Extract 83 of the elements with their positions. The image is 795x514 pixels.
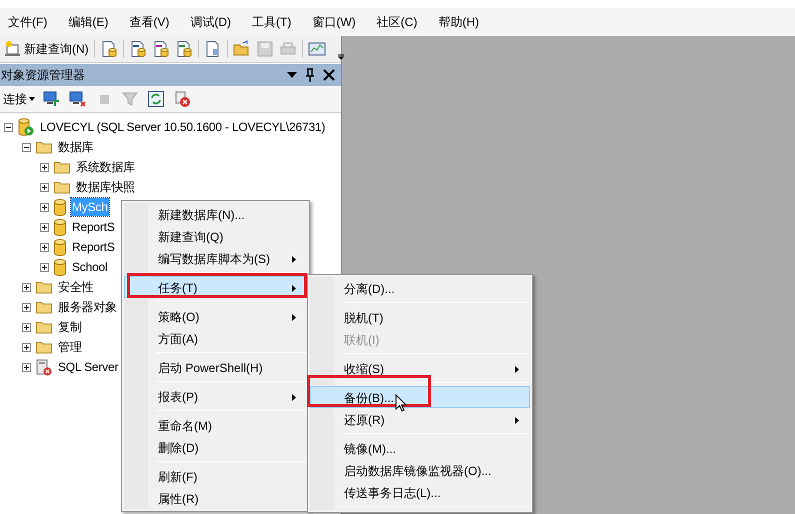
folder-icon xyxy=(36,320,52,334)
menu-bar-item[interactable]: 编辑(E) xyxy=(68,13,108,31)
activity-monitor-icon[interactable] xyxy=(308,40,326,58)
cursor-icon xyxy=(395,394,407,412)
menu-bar-item[interactable]: 查看(V) xyxy=(129,13,170,31)
expand-icon[interactable] xyxy=(40,222,49,232)
disconnect-server-icon[interactable] xyxy=(69,90,87,108)
dmx-query-icon[interactable] xyxy=(152,40,170,58)
menu-item[interactable]: 新建查询(Q) xyxy=(124,225,307,247)
tree-item[interactable]: 系统数据库 xyxy=(75,158,136,176)
folder-icon xyxy=(54,180,70,194)
expand-icon[interactable] xyxy=(22,282,31,292)
menu-bar-item[interactable]: 文件(F) xyxy=(8,13,48,31)
menu-bar-item[interactable]: 社区(C) xyxy=(376,13,418,31)
expand-icon[interactable] xyxy=(40,262,49,272)
menu-bar-item[interactable]: 工具(T) xyxy=(252,13,292,31)
collapse-icon[interactable] xyxy=(22,142,31,152)
folder-icon xyxy=(36,300,52,314)
expand-icon[interactable] xyxy=(22,342,31,352)
mdx-query-icon[interactable] xyxy=(128,40,147,58)
tree-item[interactable]: ReportS xyxy=(71,238,116,256)
menu-item[interactable]: 分离(D)... xyxy=(310,277,530,299)
expand-icon[interactable] xyxy=(22,362,31,372)
database-icon xyxy=(54,238,66,256)
collapse-icon[interactable] xyxy=(4,122,13,132)
database-icon xyxy=(54,258,66,276)
database-icon xyxy=(54,198,66,216)
database-icon xyxy=(54,218,66,236)
folder-icon xyxy=(36,140,52,154)
menu-item[interactable]: 重命名(M) xyxy=(124,414,307,436)
menu-item[interactable]: 报表(P) xyxy=(124,385,307,407)
tree-item[interactable]: SQL Server xyxy=(57,358,120,376)
open-folder-icon[interactable] xyxy=(232,40,251,58)
tree-item[interactable]: 复制 xyxy=(57,318,83,336)
database-query-icon[interactable] xyxy=(100,40,118,58)
menu-item[interactable]: 还原(R) xyxy=(310,408,530,430)
caret-icon xyxy=(29,97,35,101)
menu-item[interactable]: 删除(D) xyxy=(124,436,307,458)
menu-item[interactable]: 属性(R) xyxy=(124,487,307,509)
menu-item[interactable]: 收缩(S) xyxy=(310,357,530,379)
xmla-query-icon[interactable] xyxy=(174,40,193,58)
tree-item[interactable]: 服务器对象 xyxy=(57,298,118,316)
folder-icon xyxy=(36,340,52,354)
new-query-button[interactable]: 新建查询(N) xyxy=(4,40,89,58)
tree-item[interactable]: School xyxy=(71,258,108,276)
expand-icon[interactable] xyxy=(22,322,31,332)
menu-bar-item[interactable]: 调试(D) xyxy=(190,13,231,31)
menu-item[interactable]: 脱机(T) xyxy=(310,306,530,328)
menu-item[interactable]: 编写数据库脚本为(S) xyxy=(124,247,307,269)
server-icon xyxy=(18,118,34,136)
menu-item[interactable]: 传送事务日志(L)... xyxy=(310,481,530,503)
connect-button[interactable]: 连接 xyxy=(3,90,35,108)
expand-icon[interactable] xyxy=(40,242,49,252)
refresh-icon[interactable] xyxy=(147,90,165,108)
menu-item[interactable]: 新建数据库(N)... xyxy=(124,203,307,225)
menu-item[interactable]: 策略(O) xyxy=(124,305,307,327)
folder-icon xyxy=(54,160,70,174)
menu-item[interactable]: 启动数据库镜像监视器(O)... xyxy=(310,459,530,481)
tree-item[interactable]: 安全性 xyxy=(57,278,94,296)
script-stop-icon[interactable] xyxy=(173,90,191,108)
folder-icon xyxy=(36,280,52,294)
menu-item[interactable]: 启动 PowerShell(H) xyxy=(124,356,307,378)
panel-title: 对象资源管理器 xyxy=(1,67,85,84)
connect-server-icon[interactable] xyxy=(43,90,61,108)
expand-icon[interactable] xyxy=(40,182,49,192)
tree-item[interactable]: ReportS xyxy=(71,218,116,236)
expand-icon[interactable] xyxy=(40,202,49,212)
menu-item[interactable]: 镜像(M)... xyxy=(310,437,530,459)
tree-item[interactable]: 数据库快照 xyxy=(75,178,136,196)
menu-item[interactable]: 刷新(F) xyxy=(124,465,307,487)
tree-item[interactable]: 管理 xyxy=(57,338,83,356)
tree-item[interactable]: 数据库 xyxy=(57,138,94,156)
menu-bar-item[interactable]: 帮助(H) xyxy=(438,13,479,31)
dropdown-icon[interactable] xyxy=(287,72,297,78)
menu-item[interactable]: 方面(A) xyxy=(124,327,307,349)
tree-item[interactable]: LOVECYL (SQL Server 10.50.1600 - LOVECYL\26731) xyxy=(39,118,326,136)
menu-bar-item[interactable]: 窗口(W) xyxy=(312,13,356,31)
close-icon[interactable] xyxy=(323,69,335,81)
pin-icon[interactable] xyxy=(305,68,315,82)
expand-icon[interactable] xyxy=(22,302,31,312)
expand-icon[interactable] xyxy=(40,162,49,172)
agent-icon xyxy=(36,358,52,376)
new-query-icon xyxy=(4,40,22,58)
